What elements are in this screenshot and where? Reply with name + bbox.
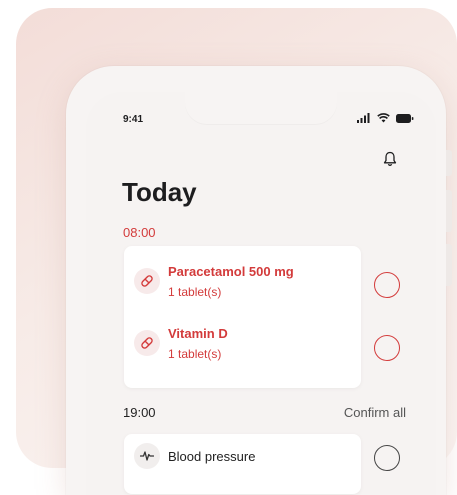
- bell-icon[interactable]: [383, 151, 397, 167]
- page-title: Today: [122, 177, 197, 207]
- medication-dose: 1 tablet(s): [168, 347, 222, 361]
- pill-icon: [134, 268, 160, 294]
- medication-card: Paracetamol 500 mg 1 tablet(s) Vitamin D…: [124, 246, 361, 388]
- confirm-dose-checkbox[interactable]: [374, 335, 400, 361]
- phone-screen: 9:41 Today 08:00 Paracetamol 500 mg 1 ta…: [86, 92, 436, 495]
- signal-bars-icon: [357, 113, 370, 123]
- confirm-all-button[interactable]: Confirm all: [344, 405, 406, 420]
- list-item[interactable]: Blood pressure: [134, 443, 255, 469]
- phone-side-button: [446, 190, 452, 232]
- status-icons: [357, 113, 414, 123]
- group-time-label: 08:00: [123, 225, 156, 240]
- medication-name: Vitamin D: [168, 326, 228, 341]
- pulse-icon: [134, 443, 160, 469]
- group-time-label: 19:00: [123, 405, 156, 420]
- battery-icon: [396, 113, 414, 123]
- wifi-icon: [377, 113, 390, 123]
- list-item[interactable]: Paracetamol 500 mg 1 tablet(s): [134, 264, 294, 300]
- notch: [185, 92, 337, 125]
- list-item[interactable]: Vitamin D 1 tablet(s): [134, 326, 228, 362]
- confirm-measurement-checkbox[interactable]: [374, 445, 400, 471]
- measurement-name: Blood pressure: [168, 448, 256, 464]
- phone-side-button: [446, 150, 452, 176]
- confirm-dose-checkbox[interactable]: [374, 272, 400, 298]
- medication-dose: 1 tablet(s): [168, 285, 222, 299]
- status-time: 9:41: [123, 114, 144, 125]
- medication-name: Paracetamol 500 mg: [168, 264, 294, 279]
- measurement-card: Blood pressure: [124, 434, 361, 494]
- phone-side-button: [446, 244, 452, 286]
- pill-icon: [134, 330, 160, 356]
